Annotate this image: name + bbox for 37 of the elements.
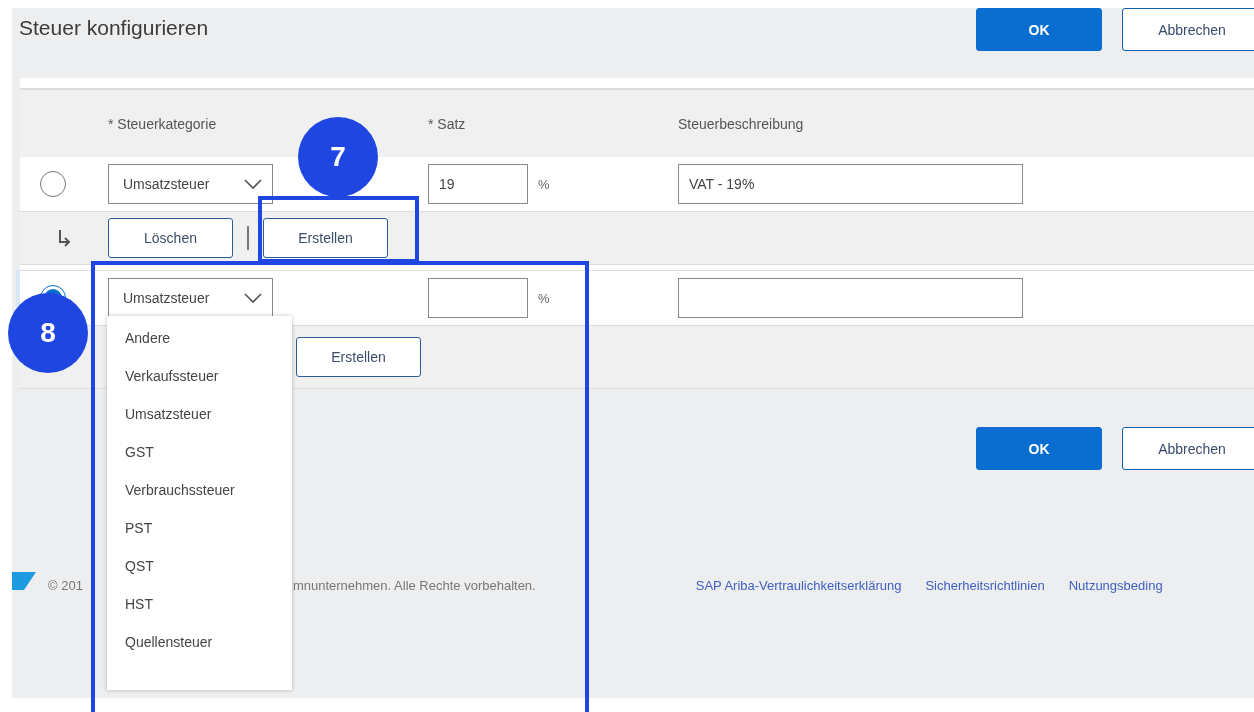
menu-option[interactable]: Umsatzsteuer: [107, 406, 292, 444]
row-action-button[interactable]: Löschen: [108, 218, 233, 258]
footer-link[interactable]: SAP Ariba-Vertraulichkeitserklärung: [695, 577, 902, 593]
category-dropdown[interactable]: Umsatzsteuer: [108, 164, 273, 204]
chevron-down-icon: [244, 178, 262, 190]
footer-link[interactable]: Sicherheitsrichtlinien: [925, 577, 1045, 593]
page-title: Steuer konfigurieren: [19, 16, 209, 40]
branch-arrow-icon: [57, 229, 71, 247]
rate-field[interactable]: [428, 278, 528, 318]
menu-option[interactable]: GST: [107, 444, 292, 482]
menu-option[interactable]: HST: [107, 596, 292, 634]
copyright-text: © 201: [48, 577, 83, 593]
ok-button[interactable]: OK: [976, 427, 1102, 470]
rate-field[interactable]: 19: [428, 164, 528, 204]
menu-option[interactable]: Quellensteuer: [107, 634, 292, 672]
radio-button[interactable]: [40, 171, 66, 197]
cancel-button[interactable]: Abbrechen: [1122, 8, 1254, 51]
menu-option[interactable]: Verkaufssteuer: [107, 368, 292, 406]
ok-button[interactable]: OK: [976, 8, 1102, 51]
percent-sign: %: [538, 290, 550, 306]
menu-option[interactable]: Andere: [107, 330, 292, 368]
menu-option[interactable]: QST: [107, 558, 292, 596]
description-field[interactable]: [678, 278, 1023, 318]
row-action-button[interactable]: Erstellen: [296, 337, 421, 377]
description-field[interactable]: VAT - 19%: [678, 164, 1023, 204]
cancel-button[interactable]: Abbrechen: [1122, 427, 1254, 470]
category-dropdown[interactable]: Umsatzsteuer: [108, 278, 273, 318]
column-header: Steuerbeschreibung: [678, 115, 805, 132]
menu-option[interactable]: PST: [107, 520, 292, 558]
chevron-down-icon: [244, 292, 262, 304]
copyright-text: mnunternehmen. Alle Rechte vorbehalten.: [292, 577, 536, 593]
footer-link[interactable]: Nutzungsbeding: [1068, 577, 1163, 593]
column-header: * Steuerkategorie: [108, 115, 218, 132]
row-action-button[interactable]: Erstellen: [263, 218, 388, 258]
menu-option[interactable]: Verbrauchssteuer: [107, 482, 292, 520]
percent-sign: %: [538, 176, 550, 192]
column-header: * Satz: [428, 115, 467, 132]
